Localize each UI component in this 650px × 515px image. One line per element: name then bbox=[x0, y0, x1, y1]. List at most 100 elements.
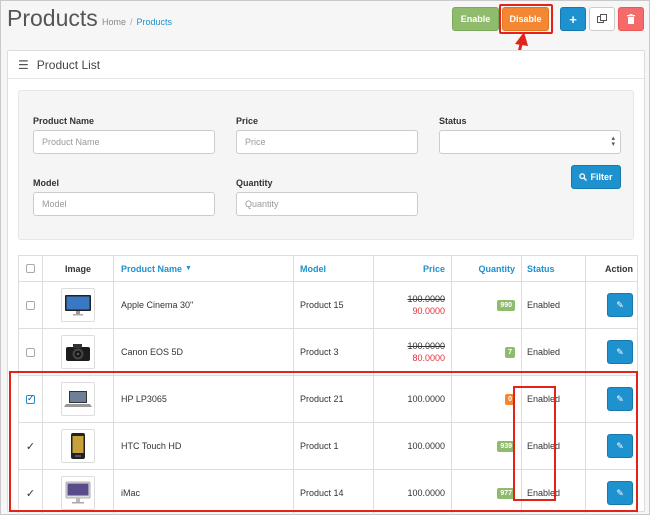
row-status: Enabled bbox=[522, 329, 586, 375]
price-label: Price bbox=[236, 116, 259, 126]
th-product-name-label: Product Name bbox=[121, 263, 183, 274]
enable-button[interactable]: Enable bbox=[452, 7, 499, 31]
copy-button[interactable] bbox=[589, 7, 615, 31]
pencil-icon: ✎ bbox=[616, 299, 624, 310]
row-qty-cell: 7 bbox=[452, 329, 522, 375]
row-image-cell bbox=[43, 376, 114, 422]
product-thumbnail[interactable] bbox=[61, 476, 95, 510]
table-row: ✓ HTC Touch HD Product 1 100.0000 939 En… bbox=[18, 423, 638, 470]
model-input[interactable]: Model bbox=[33, 192, 215, 216]
trash-icon bbox=[627, 14, 635, 24]
filter-box: Product Name Product Name Price Price St… bbox=[18, 90, 634, 240]
row-checkmark-icon[interactable]: ✓ bbox=[26, 440, 35, 453]
th-product-name[interactable]: Product Name ▼ bbox=[114, 256, 294, 281]
quantity-badge: 939 bbox=[497, 440, 515, 452]
row-name: HP LP3065 bbox=[114, 376, 294, 422]
pencil-icon: ✎ bbox=[616, 440, 624, 451]
row-name: Canon EOS 5D bbox=[114, 329, 294, 375]
row-price: 100.0000 bbox=[374, 376, 452, 422]
row-status: Enabled bbox=[522, 423, 586, 469]
pencil-icon: ✎ bbox=[616, 346, 624, 357]
row-price: 100.0000 bbox=[374, 423, 452, 469]
product-thumbnail[interactable] bbox=[61, 382, 95, 416]
row-checkbox[interactable] bbox=[26, 347, 35, 357]
select-all-checkbox[interactable] bbox=[26, 264, 35, 273]
row-price-cell: 100.0000 90.0000 bbox=[374, 282, 452, 328]
row-check-cell bbox=[19, 376, 43, 422]
row-image-cell bbox=[43, 282, 114, 328]
row-action-cell: ✎ bbox=[586, 470, 639, 515]
add-button[interactable]: + bbox=[560, 7, 586, 31]
camera-icon bbox=[66, 344, 90, 361]
row-model: Product 1 bbox=[294, 423, 374, 469]
row-qty-cell: 0 bbox=[452, 376, 522, 422]
quantity-badge: 0 bbox=[505, 393, 515, 405]
page-title: Products bbox=[7, 5, 98, 31]
row-model: Product 14 bbox=[294, 470, 374, 515]
breadcrumb-current[interactable]: Products bbox=[137, 17, 173, 27]
product-thumbnail[interactable] bbox=[61, 429, 95, 463]
copy-icon bbox=[597, 14, 607, 23]
edit-button[interactable]: ✎ bbox=[607, 340, 633, 364]
table-row: HP LP3065 Product 21 100.0000 0 Enabled … bbox=[18, 376, 638, 423]
edit-button[interactable]: ✎ bbox=[607, 434, 633, 458]
row-action-cell: ✎ bbox=[586, 423, 639, 469]
row-checkbox[interactable] bbox=[26, 300, 35, 310]
row-model: Product 15 bbox=[294, 282, 374, 328]
table-row: Canon EOS 5D Product 3 100.0000 80.0000 7… bbox=[18, 329, 638, 376]
price-input[interactable]: Price bbox=[236, 130, 418, 154]
select-all-cell bbox=[19, 256, 43, 281]
th-quantity[interactable]: Quantity bbox=[452, 256, 522, 281]
product-thumbnail[interactable] bbox=[61, 288, 95, 322]
laptop-icon bbox=[64, 391, 92, 407]
panel-heading: ☰ Product List bbox=[8, 51, 644, 79]
sort-caret-icon: ▼ bbox=[185, 265, 192, 272]
th-status[interactable]: Status bbox=[522, 256, 586, 281]
row-price-old: 100.0000 bbox=[407, 294, 445, 304]
row-action-cell: ✎ bbox=[586, 376, 639, 422]
product-thumbnail[interactable] bbox=[61, 335, 95, 369]
row-qty-cell: 939 bbox=[452, 423, 522, 469]
row-status: Enabled bbox=[522, 282, 586, 328]
row-check-cell bbox=[19, 282, 43, 328]
row-image-cell bbox=[43, 329, 114, 375]
quantity-input[interactable]: Quantity bbox=[236, 192, 418, 216]
row-price-old: 100.0000 bbox=[407, 341, 445, 351]
th-model[interactable]: Model bbox=[294, 256, 374, 281]
status-select[interactable]: ▴ ▾ bbox=[439, 130, 621, 154]
row-action-cell: ✎ bbox=[586, 329, 639, 375]
th-price[interactable]: Price bbox=[374, 256, 452, 281]
row-checkbox-checked[interactable] bbox=[26, 393, 35, 404]
search-icon bbox=[579, 173, 588, 181]
breadcrumb-home[interactable]: Home bbox=[102, 17, 126, 27]
row-model: Product 3 bbox=[294, 329, 374, 375]
list-icon: ☰ bbox=[18, 57, 29, 72]
select-caret-icon: ▴ ▾ bbox=[611, 135, 615, 148]
row-name: HTC Touch HD bbox=[114, 423, 294, 469]
product-name-label: Product Name bbox=[33, 116, 95, 126]
edit-button[interactable]: ✎ bbox=[607, 481, 633, 505]
panel-title: Product List bbox=[36, 57, 101, 72]
filter-button[interactable]: Filter bbox=[571, 165, 621, 189]
product-name-input[interactable]: Product Name bbox=[33, 130, 215, 154]
breadcrumb: Home / Products bbox=[102, 17, 172, 27]
filter-button-label: Filter bbox=[590, 172, 613, 182]
quantity-badge: 7 bbox=[505, 346, 515, 358]
row-image-cell bbox=[43, 423, 114, 469]
row-price-cell: 100.0000 80.0000 bbox=[374, 329, 452, 375]
row-checkmark-icon[interactable]: ✓ bbox=[26, 487, 35, 500]
edit-button[interactable]: ✎ bbox=[607, 387, 633, 411]
row-qty-cell: 990 bbox=[452, 282, 522, 328]
row-check-cell: ✓ bbox=[19, 470, 43, 515]
row-check-cell bbox=[19, 329, 43, 375]
row-price-special: 80.0000 bbox=[412, 353, 445, 363]
table-header: Image Product Name ▼ Model Price Quantity… bbox=[18, 255, 638, 282]
delete-button[interactable] bbox=[618, 7, 644, 31]
edit-button[interactable]: ✎ bbox=[607, 293, 633, 317]
monitor-icon bbox=[65, 295, 91, 316]
breadcrumb-separator: / bbox=[130, 17, 133, 27]
pencil-icon: ✎ bbox=[616, 487, 624, 498]
disable-button[interactable]: Disable bbox=[502, 7, 549, 31]
status-label: Status bbox=[439, 116, 467, 126]
row-qty-cell: 977 bbox=[452, 470, 522, 515]
